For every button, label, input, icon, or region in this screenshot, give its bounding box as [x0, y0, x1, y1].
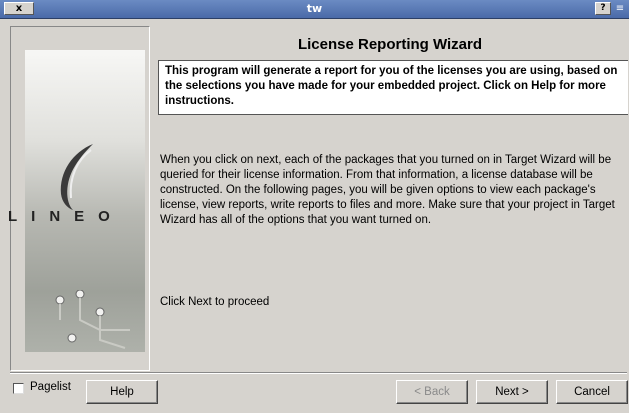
circuit-graphic-icon: [55, 290, 130, 349]
lineo-logo: LINEO: [8, 208, 124, 225]
back-button[interactable]: < Back: [396, 380, 468, 404]
window-menu-icon[interactable]: ≡: [613, 2, 627, 15]
help-button[interactable]: Help: [86, 380, 158, 404]
page-title: License Reporting Wizard: [297, 36, 483, 53]
side-image-panel: [25, 50, 145, 352]
help-title-button[interactable]: ?: [595, 2, 611, 15]
lineo-swoosh-icon: [60, 144, 93, 210]
window-title: tw: [306, 2, 323, 15]
pagelist-checkbox[interactable]: [13, 383, 24, 394]
pagelist-label[interactable]: Pagelist: [30, 381, 71, 393]
title-bar[interactable]: x tw ? ≡: [0, 0, 629, 19]
description-text: When you click on next, each of the pack…: [160, 154, 615, 226]
intro-text-box: This program will generate a report for …: [158, 60, 628, 115]
footer-separator: [10, 372, 627, 374]
cancel-button[interactable]: Cancel: [556, 380, 628, 404]
proceed-text: Click Next to proceed: [160, 296, 270, 308]
next-button[interactable]: Next >: [476, 380, 548, 404]
